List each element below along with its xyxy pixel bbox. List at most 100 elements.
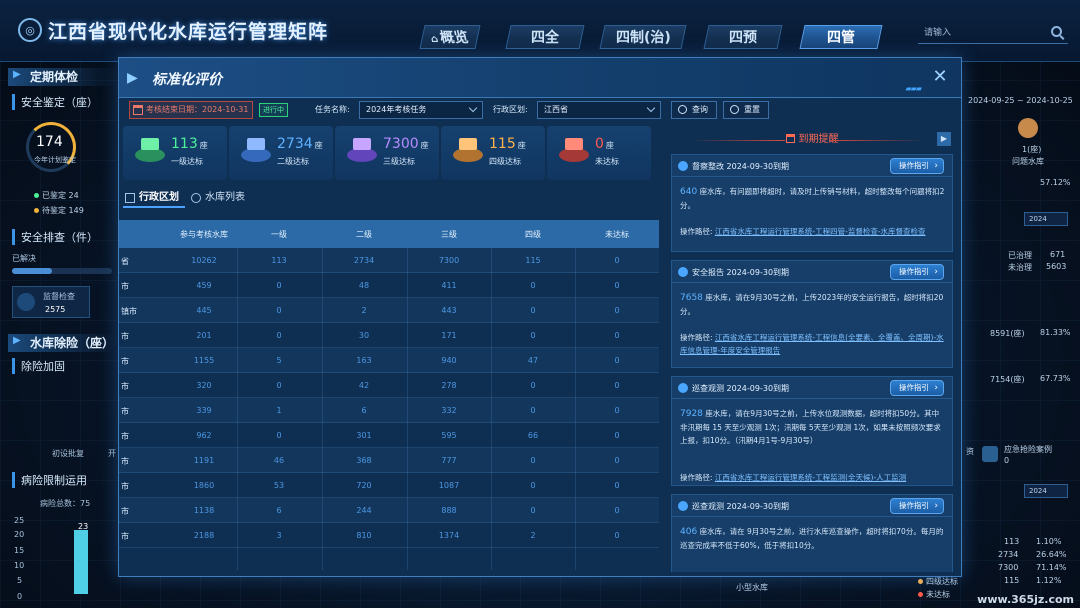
tab-reservoir-list[interactable]: 水库列表	[189, 188, 259, 208]
bell-icon	[678, 267, 688, 277]
logo-icon: ◎	[18, 18, 42, 42]
card-title: 安全报告 2024-09-30到期	[692, 268, 790, 277]
nav-label: 概览	[439, 30, 471, 46]
card-path: 操作路径: 江西省水库工程运行管理系统-工程信息(全要素、全覆盖、全周期)-水库…	[680, 331, 946, 357]
nav-siyu[interactable]: 四预	[703, 25, 783, 49]
stat1-pct: 81.33%	[1040, 328, 1071, 337]
filter-row: 考核结束日期：2024-10-31 进行中 任务名称: 2024年考核任务 行政…	[129, 101, 949, 121]
bar-label: 初设批复	[52, 449, 84, 458]
path-link[interactable]: 江西省水库工程运行管理系统-工程四管-监督检查-水库督查检查	[715, 227, 926, 236]
table-cell: 0	[530, 381, 536, 390]
stat2: 7154(座)	[990, 375, 1025, 384]
nav-overview[interactable]: ⌂概览	[419, 25, 481, 49]
column-header: 二级	[356, 230, 372, 239]
avatar	[1018, 118, 1038, 138]
table-row[interactable]: 市 1191 46 368 777 0 0	[119, 448, 659, 473]
stat-number: 113	[171, 136, 198, 152]
table-row[interactable]: 市 201 0 30 171 0 0	[119, 323, 659, 348]
table-cell: 0	[614, 256, 620, 265]
risk-total: 病险总数：75	[40, 499, 91, 508]
close-icon[interactable]: ✕	[931, 68, 949, 86]
query-button[interactable]: 查询	[671, 101, 717, 119]
path-link[interactable]: 江西省水库工程运行管理系统-工程信息(全要素、全覆盖、全周期)-水库信息管理-年…	[680, 333, 944, 355]
table-cell-region: 市	[121, 357, 129, 366]
axis-tick: 5	[17, 576, 23, 585]
table-row[interactable]: 市 1138 6 244 888 0 0	[119, 498, 659, 523]
standardization-modal: ▶ 标准化评价 ▰▰▰ ✕ 考核结束日期：2024-10-31 进行中 任务名称…	[118, 57, 962, 577]
path-link[interactable]: 江西省水库工程运行管理系统-工程监测(全天候)-人工监测	[715, 473, 906, 482]
table-cell: 2	[361, 306, 367, 315]
status-badge: 进行中	[259, 103, 288, 117]
task-value: 2024年考核任务	[366, 105, 427, 114]
year-select-1[interactable]: 2024	[1024, 212, 1068, 226]
decor-stripes: ▰▰▰	[905, 84, 923, 93]
expand-icon[interactable]: ▶	[937, 132, 951, 146]
reminder-card: 督察整改 2024-09-30到期 操作指引 640 座水库，有问题即将超时，请及时…	[671, 154, 953, 252]
table-cell: 810	[356, 531, 372, 540]
stat-card-level4: 115 座 四级达标	[441, 126, 545, 180]
table-row[interactable]: 市 2188 3 810 1374 2 0	[119, 523, 659, 548]
path-label: 操作路径:	[680, 473, 713, 482]
tab-label: 水库列表	[205, 192, 245, 203]
stat-value: 113 座	[171, 136, 208, 152]
year-select-2[interactable]: 2024	[1024, 484, 1068, 498]
stat-unit: 座	[314, 141, 323, 150]
bell-icon	[678, 383, 688, 393]
table-cell: 3	[276, 531, 282, 540]
nav-sichquan[interactable]: 四全	[505, 25, 585, 49]
axis-tick: 25	[14, 516, 25, 525]
tab-region[interactable]: 行政区划	[123, 188, 185, 208]
table-cell: 47	[527, 356, 539, 365]
task-select[interactable]: 2024年考核任务	[359, 101, 483, 119]
table-row[interactable]: 省 10262 113 2734 7300 115 0	[119, 248, 659, 273]
stat-value: 0座	[595, 136, 614, 152]
table-row[interactable]: 镇市 445 0 2 443 0 0	[119, 298, 659, 323]
search-input[interactable]	[918, 22, 1038, 44]
card-label: 监督检查	[43, 292, 75, 301]
reset-button[interactable]: 重置	[723, 101, 769, 119]
table-row[interactable]: 市 1860 53 720 1087 0 0	[119, 473, 659, 498]
table-cell: 0	[614, 381, 620, 390]
nav-sizhi[interactable]: 四制(治)	[599, 25, 687, 49]
stat-card-level2: 2734 座 二级达标	[229, 126, 333, 180]
table-cell-region: 市	[121, 482, 129, 491]
column-divider	[322, 248, 323, 570]
table-cell-region: 市	[121, 507, 129, 516]
table-cell: 2	[530, 531, 536, 540]
table-cell-region: 市	[121, 457, 129, 466]
card-header: 安全报告 2024-09-30到期 操作指引	[672, 261, 952, 283]
guide-button[interactable]: 操作指引	[890, 498, 944, 514]
table-row[interactable]: 市 339 1 6 332 0 0	[119, 398, 659, 423]
region-select[interactable]: 江西省	[537, 101, 661, 119]
search-box	[918, 22, 1068, 44]
bottom-value: 113	[1004, 537, 1020, 546]
table-cell: 53	[273, 481, 285, 490]
resolved-label: 已解决	[12, 254, 36, 263]
subtitle-safety-check: 安全排查（件）	[12, 229, 98, 245]
guide-button[interactable]: 操作指引	[890, 264, 944, 280]
table-cell: 0	[530, 306, 536, 315]
table-row[interactable]: 市 459 0 48 411 0 0	[119, 273, 659, 298]
stat-unit: 座	[420, 141, 429, 150]
search-icon[interactable]	[1051, 26, 1062, 37]
nav-siguan[interactable]: 四管	[799, 25, 883, 49]
table-cell: 7300	[438, 256, 460, 265]
table-cell-region: 镇市	[121, 307, 137, 316]
table-row[interactable]: 市 320 0 42 278 0 0	[119, 373, 659, 398]
green-dot-icon	[34, 193, 39, 198]
bar-label: 开	[108, 449, 116, 458]
table-row[interactable]: 市 1155 5 163 940 47 0	[119, 348, 659, 373]
stat1: 8591(座)	[990, 329, 1025, 338]
ring-value: 174	[36, 134, 63, 150]
card-path: 操作路径: 江西省水库工程运行管理系统-工程四管-监督检查-水库督查检查	[680, 225, 946, 238]
guide-button[interactable]: 操作指引	[890, 158, 944, 174]
table-cell: 888	[441, 506, 457, 515]
legend-label: 已鉴定 24	[42, 191, 79, 200]
deadline-box: 考核结束日期：2024-10-31	[129, 101, 253, 119]
guide-button[interactable]: 操作指引	[890, 380, 944, 396]
card-path: 操作路径: 江西省水库工程运行管理系统-工程监测(全天候)-人工监测	[680, 471, 946, 484]
table-cell: 2734	[353, 256, 375, 265]
table-cell: 368	[356, 456, 372, 465]
table-cell: 0	[614, 481, 620, 490]
table-row[interactable]: 市 962 0 301 595 66 0	[119, 423, 659, 448]
